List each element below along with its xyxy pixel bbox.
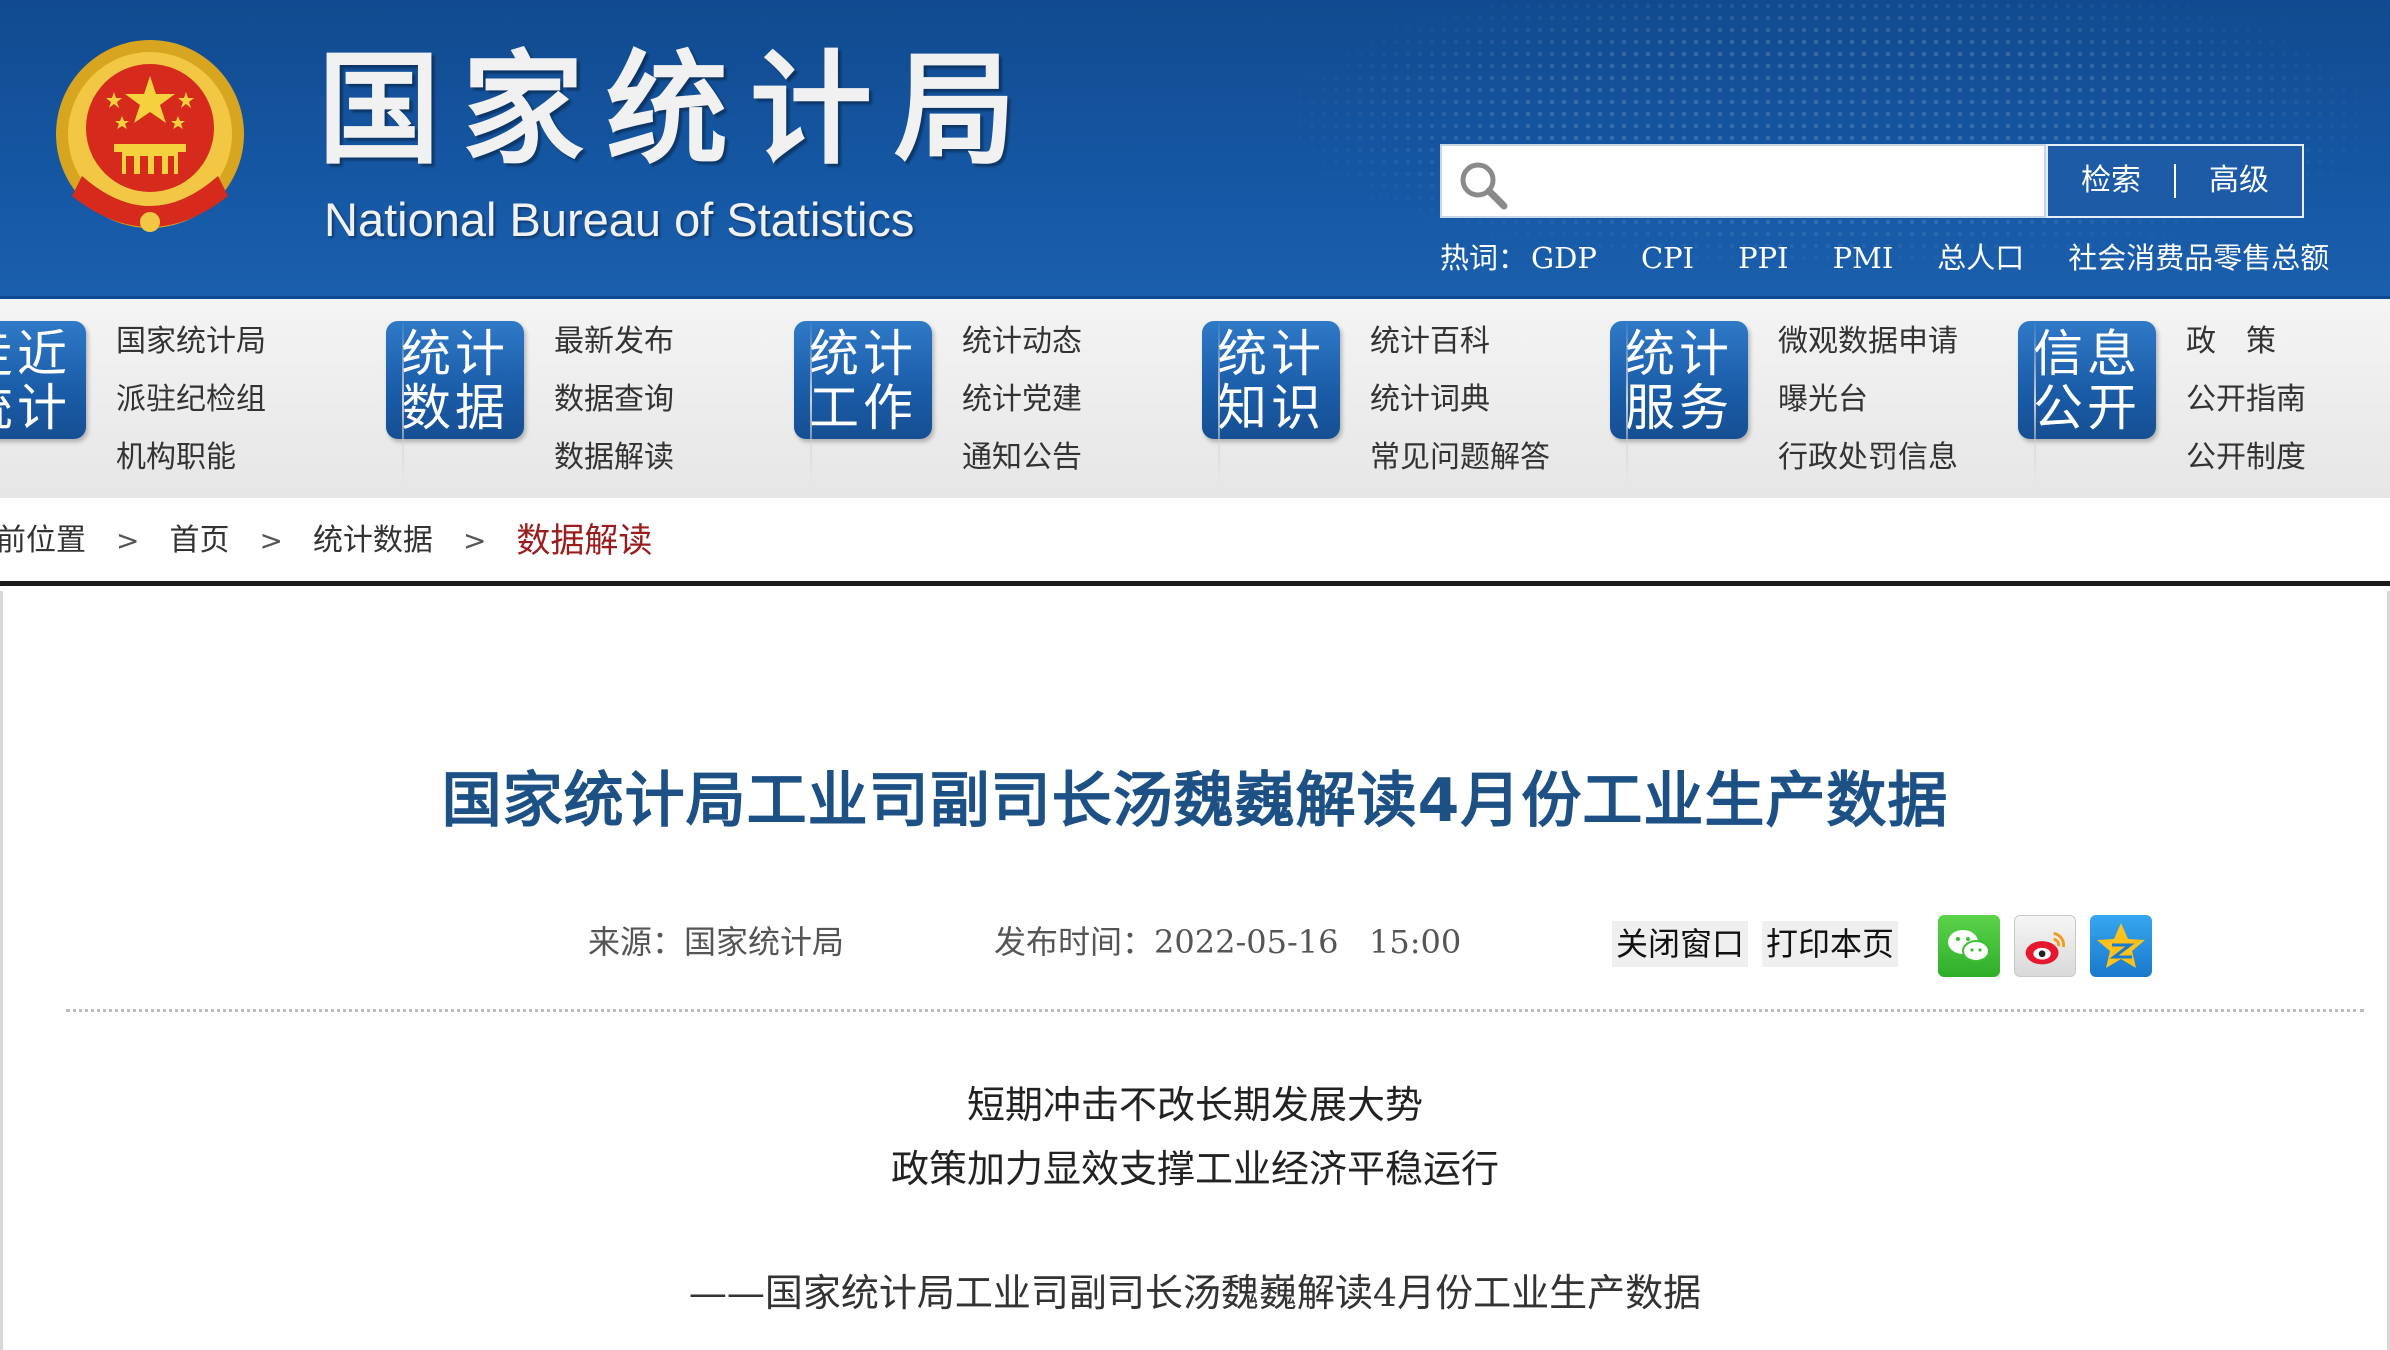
article-byline-heading: ——国家统计局工业司副司长汤魏巍解读4月份工业生产数据 bbox=[688, 1271, 1702, 1315]
nav-link[interactable]: 通知公告 bbox=[962, 429, 1082, 487]
search-button[interactable]: 检索 bbox=[2048, 144, 2174, 218]
nav-link[interactable]: 统计词典 bbox=[1370, 371, 1550, 429]
site-title-english[interactable]: National Bureau of Statistics bbox=[324, 190, 914, 250]
nav-link[interactable]: 派驻纪检组 bbox=[116, 371, 266, 429]
advanced-search-button[interactable]: 高级 bbox=[2176, 144, 2302, 218]
nav-link[interactable]: 机构职能 bbox=[116, 429, 266, 487]
nav-links: 统计动态 统计党建 通知公告 bbox=[962, 313, 1082, 487]
search-box bbox=[1440, 144, 2046, 218]
chevron-right-icon: > bbox=[462, 523, 487, 557]
hotword-link[interactable]: 总人口 bbox=[1937, 236, 2024, 280]
breadcrumb-lead: 前位置 bbox=[0, 522, 86, 558]
hotwords-bar: 热词： GDP CPI PPI PMI 总人口 社会消费品零售总额 bbox=[1440, 236, 2329, 280]
nav-tile-label: 信息 bbox=[2033, 325, 2141, 383]
nav-tile-label: 知识 bbox=[1217, 379, 1325, 437]
national-emblem-logo[interactable] bbox=[52, 36, 248, 242]
nav-links: 最新发布 数据查询 数据解读 bbox=[554, 313, 674, 487]
breadcrumb-home[interactable]: 首页 bbox=[169, 498, 229, 584]
article-subheading: 政策加力显效支撑工业经济平稳运行 bbox=[890, 1147, 1499, 1191]
nav-tile-label: 统计 bbox=[809, 325, 917, 383]
weibo-share-icon[interactable] bbox=[2014, 915, 2076, 977]
nav-tile-work[interactable]: 统计 工作 bbox=[794, 321, 932, 439]
hotword-link[interactable]: CPI bbox=[1641, 236, 1694, 280]
nav-links: 国家统计局 派驻纪检组 机构职能 bbox=[116, 313, 266, 487]
nav-link[interactable]: 曝光台 bbox=[1778, 371, 1958, 429]
nav-link[interactable]: 公开制度 bbox=[2186, 429, 2306, 487]
nav-tile-service[interactable]: 统计 服务 bbox=[1610, 321, 1748, 439]
hotword-link[interactable]: PMI bbox=[1833, 236, 1894, 280]
nav-tile-knowledge[interactable]: 统计 知识 bbox=[1202, 321, 1340, 439]
hotwords-label: 热词： bbox=[1440, 241, 1528, 275]
nav-tile-label: 公开 bbox=[2033, 379, 2141, 437]
hotword-link[interactable]: PPI bbox=[1738, 236, 1788, 280]
article-subheading: 短期冲击不改长期发展大势 bbox=[966, 1083, 1423, 1127]
breadcrumb: 前位置 > 首页 > 统计数据 > 数据解读 bbox=[0, 500, 2390, 586]
nav-link[interactable]: 统计百科 bbox=[1370, 313, 1550, 371]
nav-tile-label: 统计 bbox=[1625, 325, 1733, 383]
hotword-link[interactable]: GDP bbox=[1531, 236, 1597, 280]
nav-tile-label: 数据 bbox=[401, 379, 509, 437]
wechat-share-icon[interactable] bbox=[1938, 915, 2000, 977]
breadcrumb-statistics-data[interactable]: 统计数据 bbox=[313, 498, 433, 584]
nav-tile-label: 服务 bbox=[1625, 379, 1733, 437]
nav-link[interactable]: 政 策 bbox=[2186, 313, 2306, 371]
nav-link[interactable]: 最新发布 bbox=[554, 313, 674, 371]
article: 国家统计局工业司副司长汤魏巍解读4月份工业生产数据 来源：国家统计局 发布时间：… bbox=[0, 591, 2390, 1350]
nav-links: 微观数据申请 曝光台 行政处罚信息 bbox=[1778, 313, 1958, 487]
nav-link[interactable]: 数据查询 bbox=[554, 371, 674, 429]
nav-link[interactable]: 公开指南 bbox=[2186, 371, 2306, 429]
article-publish-time: 发布时间：2022-05-16 15:00 bbox=[994, 923, 1462, 961]
nav-tile-label: 统计 bbox=[401, 325, 509, 383]
print-page-button[interactable]: 打印本页 bbox=[1762, 921, 1899, 967]
nav-link[interactable]: 行政处罚信息 bbox=[1778, 429, 1958, 487]
article-source: 来源：国家统计局 bbox=[588, 923, 845, 961]
breadcrumb-current[interactable]: 数据解读 bbox=[516, 498, 652, 584]
nav-tile-label: 工作 bbox=[809, 379, 917, 437]
nav-tile-label: 统计 bbox=[0, 379, 71, 437]
nav-tile-label: 走近 bbox=[0, 325, 71, 383]
main-navigation: 走近 统计 国家统计局 派驻纪检组 机构职能 统计 数据 最新发布 数据查询 数… bbox=[0, 296, 2390, 498]
page-edge bbox=[0, 591, 3, 1350]
search-input[interactable] bbox=[1520, 154, 2040, 210]
site-header: 国家统计局 National Bureau of Statistics 检索 高… bbox=[0, 0, 2390, 296]
nav-link[interactable]: 常见问题解答 bbox=[1370, 429, 1550, 487]
chevron-right-icon: > bbox=[116, 523, 140, 557]
nav-link[interactable]: 国家统计局 bbox=[116, 313, 266, 371]
article-title: 国家统计局工业司副司长汤魏巍解读4月份工业生产数据 bbox=[441, 766, 1949, 836]
nav-tile-about[interactable]: 走近 统计 bbox=[0, 321, 86, 439]
nav-tile-disclosure[interactable]: 信息 公开 bbox=[2018, 321, 2156, 439]
search-button-group: 检索 高级 bbox=[2046, 144, 2304, 218]
nav-links: 政 策 公开指南 公开制度 bbox=[2186, 313, 2306, 487]
nav-link[interactable]: 微观数据申请 bbox=[1778, 313, 1958, 371]
nav-link[interactable]: 数据解读 bbox=[554, 429, 674, 487]
nav-link[interactable]: 统计动态 bbox=[962, 313, 1082, 371]
nav-link[interactable]: 统计党建 bbox=[962, 371, 1082, 429]
close-window-button[interactable]: 关闭窗口 bbox=[1612, 921, 1749, 967]
search-icon[interactable] bbox=[1454, 156, 1512, 212]
nav-tile-label: 统计 bbox=[1217, 325, 1325, 383]
site-title-chinese[interactable]: 国家统计局 bbox=[318, 40, 1038, 180]
nav-tile-data[interactable]: 统计 数据 bbox=[386, 321, 524, 439]
nav-links: 统计百科 统计词典 常见问题解答 bbox=[1370, 313, 1550, 487]
dotted-divider bbox=[66, 1009, 2364, 1012]
hotword-link[interactable]: 社会消费品零售总额 bbox=[2068, 236, 2329, 280]
qzone-share-icon[interactable] bbox=[2090, 915, 2152, 977]
chevron-right-icon: > bbox=[259, 523, 283, 557]
